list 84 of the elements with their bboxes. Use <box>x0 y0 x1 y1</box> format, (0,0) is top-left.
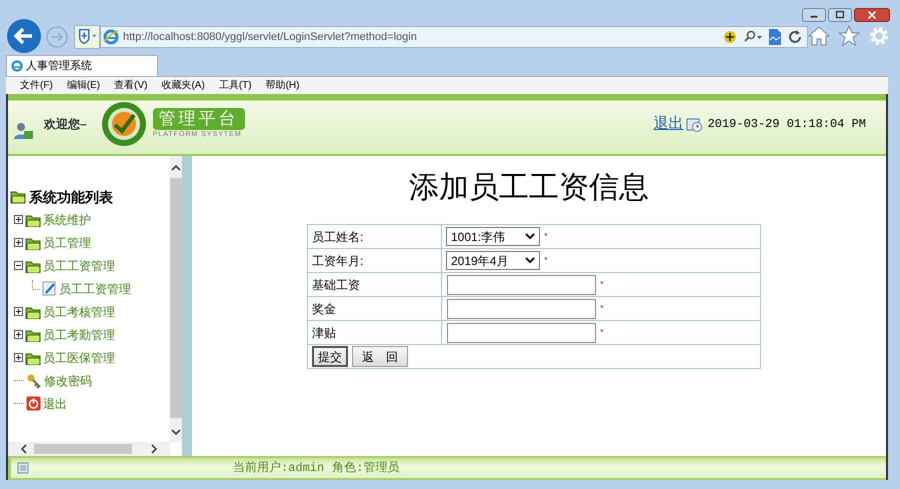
input-field[interactable] <box>447 322 596 342</box>
user-icon <box>14 121 34 141</box>
role-text: 角色:管理员 <box>332 460 400 477</box>
logo-icon <box>100 101 147 147</box>
scroll-up-icon[interactable] <box>171 164 181 172</box>
scrollbar-thumb[interactable] <box>170 178 182 418</box>
calendar-icon <box>686 116 702 132</box>
tree-item[interactable]: 员工工资管理 <box>59 280 131 298</box>
ie-icon <box>11 60 23 72</box>
close-button[interactable] <box>854 8 890 22</box>
logo-title: 管理平台 <box>152 108 245 130</box>
field-label: 基础工资 <box>308 272 442 296</box>
input-field[interactable] <box>447 274 596 294</box>
search-icon[interactable] <box>743 30 763 44</box>
menu-item[interactable]: 工具(T) <box>218 78 252 93</box>
ie-icon <box>103 29 119 45</box>
document-icon[interactable] <box>769 29 781 45</box>
tree-item[interactable]: 退出 <box>43 394 67 412</box>
maximize-button[interactable] <box>828 8 852 22</box>
menu-item[interactable]: 文件(F) <box>20 78 53 93</box>
current-user-text: 当前用户:admin <box>233 460 324 477</box>
page-title: 添加员工工资信息 <box>409 169 649 207</box>
chevron-down-icon <box>525 257 535 264</box>
required-mark: * <box>600 302 604 315</box>
minimize-button[interactable] <box>802 8 826 22</box>
field-label: 津贴 <box>308 320 442 344</box>
scroll-left-icon[interactable] <box>20 444 28 454</box>
required-mark: * <box>600 278 604 291</box>
back-button[interactable] <box>6 18 42 54</box>
tree-item[interactable]: 员工考核管理 <box>43 302 115 320</box>
field-label: 员工姓名: <box>308 224 442 248</box>
scroll-down-icon[interactable] <box>171 428 181 436</box>
menu-item[interactable]: 查看(V) <box>114 78 148 93</box>
star-icon[interactable] <box>838 25 860 47</box>
shield-icon[interactable] <box>74 25 100 49</box>
browser-tab[interactable]: 人事管理系统 <box>6 55 158 76</box>
tree-item[interactable]: 修改密码 <box>44 372 92 390</box>
menu-item[interactable]: 帮助(H) <box>266 78 300 93</box>
vertical-scrollbar[interactable] <box>170 156 182 442</box>
expand-icon[interactable] <box>14 353 23 362</box>
folder-icon <box>25 350 41 364</box>
tree-item[interactable]: 员工医保管理 <box>43 348 115 366</box>
scroll-right-icon[interactable] <box>150 444 158 454</box>
expand-icon[interactable] <box>14 330 23 339</box>
menu-item[interactable]: 收藏夹(A) <box>161 78 205 93</box>
power-icon <box>26 396 41 411</box>
folder-icon <box>25 328 41 342</box>
select-field[interactable]: 2019年4月 <box>446 251 540 270</box>
tree-title: 系统功能列表 <box>29 188 113 206</box>
folder-icon <box>25 212 41 226</box>
tree-item[interactable]: 系统维护 <box>43 210 91 228</box>
required-mark: * <box>544 230 548 243</box>
expand-icon[interactable] <box>14 238 23 247</box>
tree-item[interactable]: 员工工资管理 <box>43 256 115 274</box>
datetime-text: 2019-03-29 01:18:04 PM <box>708 116 866 133</box>
expand-icon[interactable] <box>14 215 23 224</box>
add-icon[interactable] <box>723 30 737 44</box>
select-field[interactable]: 1001:李伟 <box>446 227 540 246</box>
tree-item[interactable]: 员工考勤管理 <box>43 326 115 344</box>
welcome-text: 欢迎您– <box>44 116 87 133</box>
submit-button[interactable]: 提交 <box>312 346 348 367</box>
required-mark: * <box>600 326 604 339</box>
collapse-icon[interactable] <box>14 261 23 270</box>
key-icon <box>26 372 42 388</box>
folder-icon <box>10 189 26 205</box>
refresh-icon[interactable] <box>787 29 803 45</box>
tree-item[interactable]: 员工管理 <box>43 234 91 252</box>
back-button[interactable]: 返 回 <box>352 346 408 367</box>
expand-icon[interactable] <box>14 307 23 316</box>
folder-icon <box>25 236 41 250</box>
required-mark: * <box>544 254 548 267</box>
field-label: 奖金 <box>308 296 442 320</box>
logout-link[interactable]: 退出 <box>654 112 684 136</box>
input-field[interactable] <box>447 298 596 318</box>
horizontal-scrollbar[interactable] <box>8 442 170 456</box>
notepad-icon <box>42 281 57 296</box>
chevron-down-icon <box>525 233 535 240</box>
field-label: 工资年月: <box>308 248 442 272</box>
address-bar[interactable]: http://localhost:8080/yggl/servlet/LoginServlet?method=login <box>100 26 808 48</box>
scrollbar-thumb[interactable] <box>34 444 132 454</box>
folder-icon <box>25 304 41 318</box>
folder-icon <box>25 258 41 272</box>
status-icon <box>17 462 29 474</box>
menu-item[interactable]: 编辑(E) <box>66 78 100 93</box>
